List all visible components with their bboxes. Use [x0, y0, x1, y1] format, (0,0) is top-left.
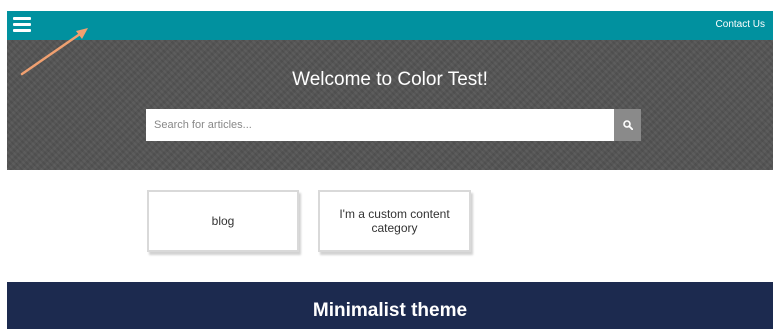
contact-us-link[interactable]: Contact Us [716, 19, 765, 30]
search-button[interactable] [614, 109, 641, 141]
top-navigation-bar: Contact Us [7, 11, 773, 40]
search-bar [146, 109, 641, 141]
menu-line [13, 17, 31, 20]
category-card-custom-content[interactable]: I'm a custom content category [318, 190, 471, 252]
footer-title: Minimalist theme [312, 300, 468, 321]
hero-title: Welcome to Color Test! [292, 69, 488, 90]
category-label: blog [211, 214, 235, 228]
menu-line [13, 29, 31, 32]
hamburger-menu-icon[interactable] [13, 17, 31, 33]
menu-line [13, 23, 31, 26]
search-icon [623, 120, 633, 130]
theme-footer-banner: Minimalist theme [7, 282, 773, 329]
hero-banner: Welcome to Color Test! [7, 40, 773, 170]
category-label: I'm a custom content category [339, 207, 450, 235]
category-card-blog[interactable]: blog [147, 190, 299, 252]
search-input[interactable] [146, 109, 614, 141]
